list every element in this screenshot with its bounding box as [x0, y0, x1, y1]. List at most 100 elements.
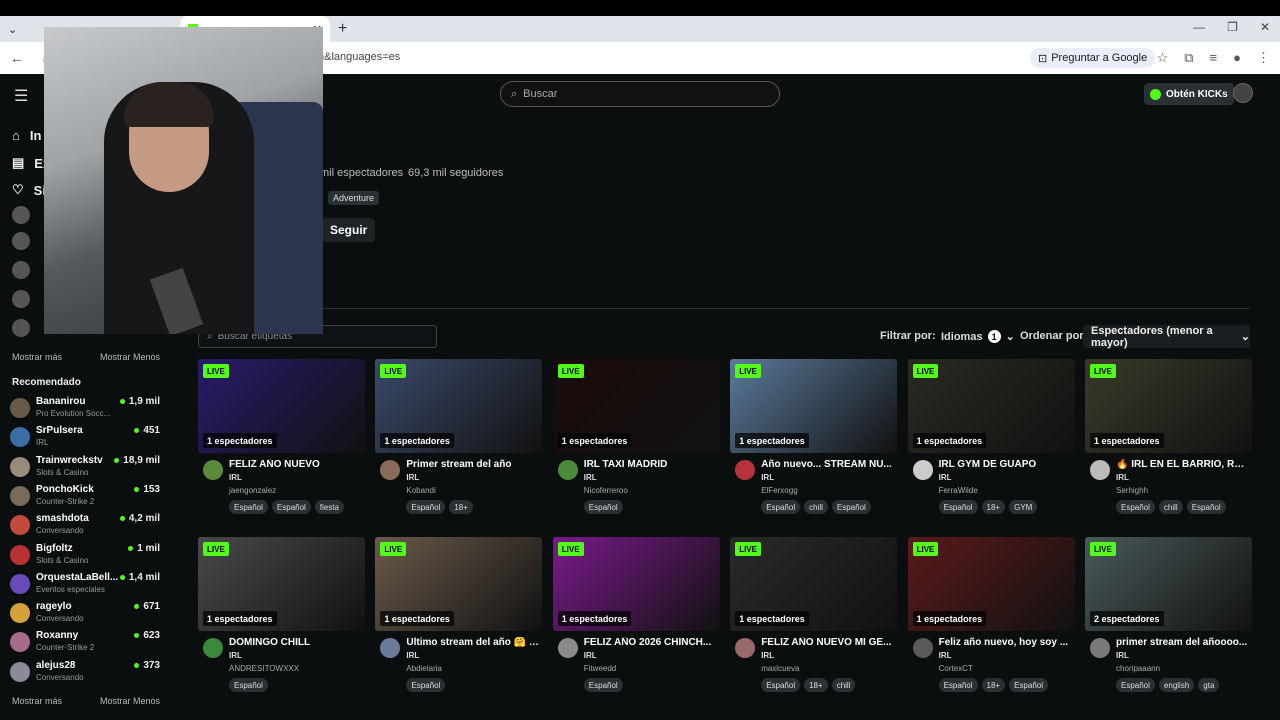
stream-category[interactable]: IRL: [761, 651, 774, 660]
stream-tag[interactable]: GYM: [1009, 500, 1038, 514]
search-input[interactable]: ⌕ Buscar: [500, 81, 780, 107]
stream-category[interactable]: IRL: [939, 473, 952, 482]
close-window-icon[interactable]: ✕: [1260, 20, 1270, 34]
avatar[interactable]: [12, 319, 30, 337]
stream-category[interactable]: IRL: [229, 651, 242, 660]
stream-tag[interactable]: Español: [583, 678, 623, 692]
back-icon[interactable]: ←: [10, 50, 30, 66]
new-tab-icon[interactable]: +: [338, 20, 347, 38]
stream-tag[interactable]: Español: [938, 678, 978, 692]
stream-title[interactable]: IRL TAXI MADRID: [584, 459, 718, 470]
minimize-icon[interactable]: —: [1193, 20, 1205, 34]
sidebar-recommended-item[interactable]: smashdota Conversando 4,2 mil: [10, 511, 160, 540]
stream-thumbnail[interactable]: LIVE 1 espectadores: [375, 537, 543, 631]
stream-category[interactable]: IRL: [584, 651, 597, 660]
user-avatar[interactable]: [1233, 83, 1253, 103]
sidebar-recommended-item[interactable]: rageylo Conversando 671: [10, 599, 160, 628]
stream-tag[interactable]: chill: [1158, 500, 1183, 514]
languages-dropdown[interactable]: Idiomas 1 ⌄: [941, 330, 1015, 343]
stream-username[interactable]: jaengonzalez: [229, 486, 276, 495]
stream-card[interactable]: LIVE 1 espectadores FELIZ AÑO NUEVO IRL jaen…: [198, 359, 365, 527]
hamburger-menu-icon[interactable]: ☰: [14, 86, 28, 106]
channel-tag[interactable]: Adventure: [328, 191, 380, 205]
sidebar-recommended-item[interactable]: OrquestaLaBell... Eventos especiales 1,4 m…: [10, 570, 160, 599]
stream-category[interactable]: IRL: [1116, 651, 1129, 660]
stream-tag[interactable]: Español: [1116, 500, 1155, 514]
get-kicks-button[interactable]: Obtén KICKs: [1144, 83, 1234, 105]
avatar[interactable]: [735, 638, 756, 658]
stream-title[interactable]: Feliz año nuevo, hoy soy ...: [939, 637, 1073, 648]
stream-tag[interactable]: Español: [406, 678, 446, 692]
stream-thumbnail[interactable]: LIVE 1 espectadores: [730, 537, 898, 631]
avatar[interactable]: [12, 290, 30, 308]
url-text[interactable]: n&languages=es: [318, 51, 400, 63]
stream-title[interactable]: 🔥 IRL EN EL BARRIO, REC...: [1116, 459, 1250, 470]
stream-username[interactable]: Abdielaria: [406, 664, 442, 673]
sidebar-recommended-item[interactable]: Bigfoltz Slots & Casino 1 mil: [10, 541, 160, 570]
stream-tag[interactable]: Español: [229, 500, 268, 514]
stream-tag[interactable]: Español: [1116, 678, 1155, 692]
stream-title[interactable]: primer stream del añoooo...: [1116, 637, 1250, 648]
stream-tag[interactable]: Español: [831, 500, 871, 514]
stream-thumbnail[interactable]: LIVE 1 espectadores: [198, 537, 365, 631]
stream-tag[interactable]: chill: [831, 678, 856, 692]
avatar[interactable]: [1090, 638, 1110, 658]
menu-icon[interactable]: ⋮: [1257, 50, 1270, 66]
stream-card[interactable]: LIVE 1 espectadores DOMINGO CHILL IRL ANDRES…: [198, 537, 365, 705]
tab-dropdown-icon[interactable]: ⌄: [8, 23, 17, 36]
stream-tag[interactable]: Español: [1186, 500, 1226, 514]
stream-tag[interactable]: Español: [761, 500, 801, 514]
stream-card[interactable]: LIVE 1 espectadores Primer stream del año I…: [375, 359, 543, 527]
follow-button[interactable]: Seguir: [322, 218, 376, 242]
avatar[interactable]: [735, 460, 756, 480]
stream-title[interactable]: Último stream del año 🤗 🤗: [406, 637, 540, 648]
show-less-link[interactable]: Mostrar Menos: [100, 696, 160, 706]
stream-tag[interactable]: fiesta: [314, 500, 344, 514]
stream-tag[interactable]: 18+: [981, 500, 1006, 514]
stream-title[interactable]: FELIZ AÑO NUEVO MI GE...: [761, 637, 895, 648]
stream-thumbnail[interactable]: LIVE 1 espectadores: [907, 537, 1075, 631]
stream-category[interactable]: IRL: [406, 651, 419, 660]
sidebar-recommended-item[interactable]: alejus28 Conversando 373: [10, 658, 160, 687]
sort-dropdown[interactable]: Espectadores (menor a mayor) ⌄: [1083, 325, 1250, 349]
avatar[interactable]: [203, 460, 223, 480]
show-less-link[interactable]: Mostrar Menos: [100, 352, 160, 362]
avatar[interactable]: [557, 638, 578, 658]
avatar[interactable]: [12, 261, 30, 279]
stream-tag[interactable]: 18+: [804, 678, 828, 692]
stream-category[interactable]: IRL: [761, 473, 774, 482]
stream-title[interactable]: Primer stream del año: [406, 459, 540, 470]
stream-tag[interactable]: Español: [406, 500, 446, 514]
sidebar-recommended-item[interactable]: Roxanny Counter-Strike 2 623: [10, 628, 160, 657]
avatar[interactable]: [380, 460, 401, 480]
profile-icon[interactable]: ●: [1233, 50, 1241, 66]
stream-tag[interactable]: 18+: [981, 678, 1006, 692]
stream-username[interactable]: Fitweedd: [584, 664, 616, 673]
stream-tag[interactable]: Español: [1009, 678, 1049, 692]
media-icon[interactable]: ≡: [1210, 50, 1218, 66]
stream-category[interactable]: IRL: [406, 473, 419, 482]
stream-username[interactable]: FerraWilde: [939, 486, 978, 495]
stream-username[interactable]: ElFerxogg: [761, 486, 797, 495]
stream-thumbnail[interactable]: LIVE 1 espectadores: [552, 537, 720, 631]
sidebar-recommended-item[interactable]: Trainwreckstv Slots & Casino 18,9 mil: [10, 453, 160, 482]
stream-tag[interactable]: Español: [229, 678, 268, 692]
stream-card[interactable]: LIVE 1 espectadores Año nuevo... STREAM NU…: [730, 359, 898, 527]
stream-username[interactable]: CortexCT: [939, 664, 973, 673]
avatar[interactable]: [912, 460, 933, 480]
nav-siguiendo[interactable]: ♡ Si: [12, 182, 46, 198]
stream-title[interactable]: FELIZ AÑO 2026 CHINCH...: [584, 637, 718, 648]
stream-thumbnail[interactable]: LIVE 1 espectadores: [1085, 359, 1252, 453]
stream-thumbnail[interactable]: LIVE 1 espectadores: [375, 359, 543, 453]
stream-username[interactable]: Serhighh: [1116, 486, 1148, 495]
avatar[interactable]: [203, 638, 223, 658]
extensions-icon[interactable]: ⧉: [1184, 50, 1193, 66]
stream-card[interactable]: LIVE 1 espectadores IRL GYM DE GUAPO IRL Fer…: [907, 359, 1075, 527]
stream-thumbnail[interactable]: LIVE 1 espectadores: [198, 359, 365, 453]
stream-card[interactable]: LIVE 1 espectadores IRL TAXI MADRID IRL Nico…: [552, 359, 720, 527]
stream-tag[interactable]: Español: [761, 678, 801, 692]
stream-card[interactable]: LIVE 2 espectadores primer stream del añoo…: [1085, 537, 1252, 705]
stream-username[interactable]: Kobandi: [406, 486, 435, 495]
stream-tag[interactable]: Español: [271, 500, 311, 514]
avatar[interactable]: [12, 206, 30, 224]
